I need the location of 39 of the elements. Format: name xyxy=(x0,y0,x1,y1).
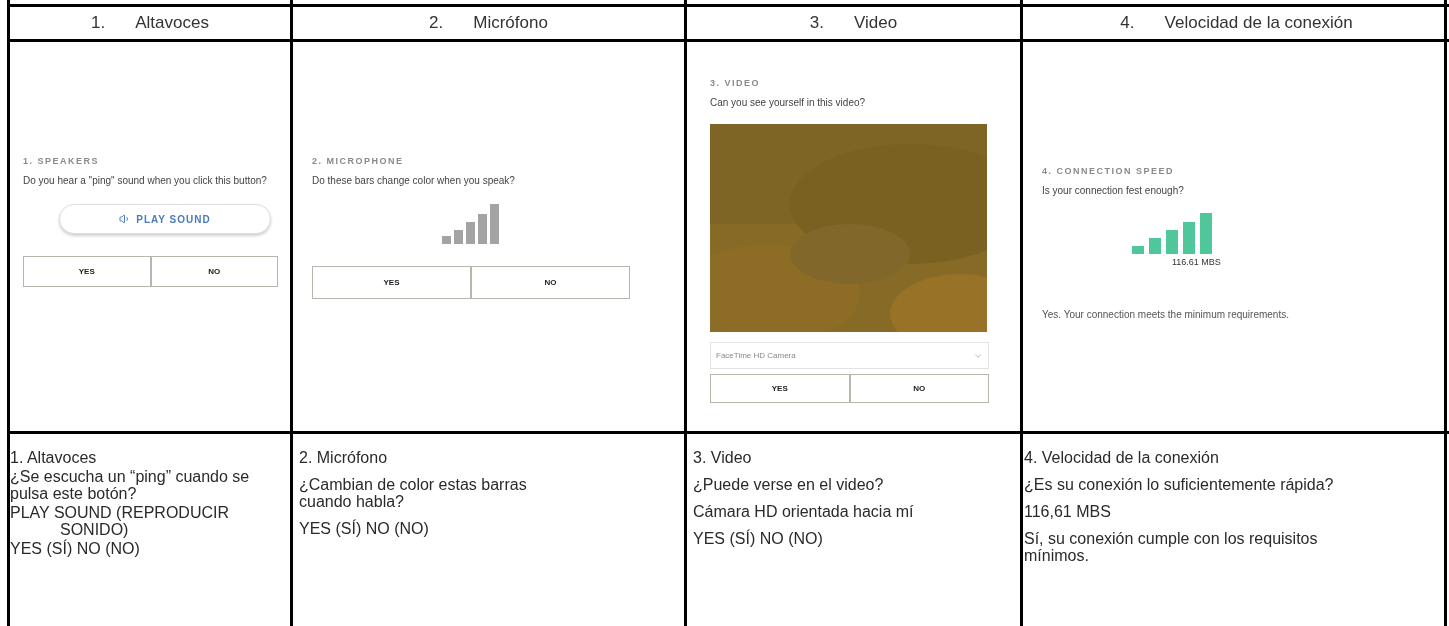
signal-bars-icon xyxy=(441,204,501,244)
panel-heading: 3. VIDEO xyxy=(710,78,760,88)
no-button[interactable]: NO xyxy=(471,266,630,299)
note-text: 4. Velocidad de la conexión xyxy=(1024,449,1220,466)
yes-button[interactable]: YES xyxy=(312,266,471,299)
note-text: Cámara HD orientada hacia mí xyxy=(693,503,915,520)
yes-button[interactable]: YES xyxy=(710,374,850,403)
note-text: 3. Video xyxy=(693,449,753,466)
panel-heading: 4. CONNECTION SPEED xyxy=(1042,166,1175,176)
question-text: Is your connection fest enough? xyxy=(1042,185,1184,196)
speed-reading: 116.61 MBS xyxy=(1172,257,1221,267)
note-text: 116,61 MBS xyxy=(1024,503,1112,520)
camera-select[interactable]: FaceTime HD Camera xyxy=(710,342,989,369)
question-text: Do you hear a "ping" sound when you click this button? xyxy=(23,175,267,186)
column-heading: 2. Micrófono xyxy=(429,13,548,33)
panel-heading: 2. MICROPHONE xyxy=(312,156,404,166)
column-heading: 1. Altavoces xyxy=(91,13,209,33)
note-text: YES (SÍ) NO (NO) xyxy=(693,530,824,547)
note-text: YES (SÍ) NO (NO) xyxy=(299,520,430,537)
note-text: Sí, su conexión cumple con los requisitos mínimos. xyxy=(1024,530,1319,564)
result-text: Yes. Your connection meets the minimum requirements. xyxy=(1042,309,1289,320)
note-text: PLAY SOUND (REPRODUCIR SONIDO) xyxy=(10,504,230,538)
play-sound-button[interactable]: PLAY SOUND xyxy=(59,204,271,234)
question-text: Can you see yourself in this video? xyxy=(710,97,866,108)
signal-bars-icon xyxy=(1131,212,1215,254)
yes-button[interactable]: YES xyxy=(23,256,151,287)
note-text: ¿Es su conexión lo suficientemente rápida? xyxy=(1024,476,1334,493)
column-heading: 3. Video xyxy=(809,13,898,33)
note-text: ¿Se escucha un “ping” cuando se pulsa este botón? xyxy=(10,468,251,502)
no-button[interactable]: NO xyxy=(150,256,278,287)
question-text: Do these bars change color when you speak? xyxy=(312,175,515,186)
note-text: 2. Micrófono xyxy=(299,449,389,466)
note-text: YES (SÍ) NO (NO) xyxy=(10,540,141,557)
no-button[interactable]: NO xyxy=(849,374,989,403)
note-text: ¿Puede verse en el video? xyxy=(693,476,885,493)
column-heading: 4. Velocidad de la conexión xyxy=(1120,13,1353,33)
note-text: ¿Cambian de color estas barras cuando habla? xyxy=(299,476,528,510)
note-text: 1. Altavoces xyxy=(10,449,98,466)
panel-heading: 1. SPEAKERS xyxy=(23,156,100,166)
